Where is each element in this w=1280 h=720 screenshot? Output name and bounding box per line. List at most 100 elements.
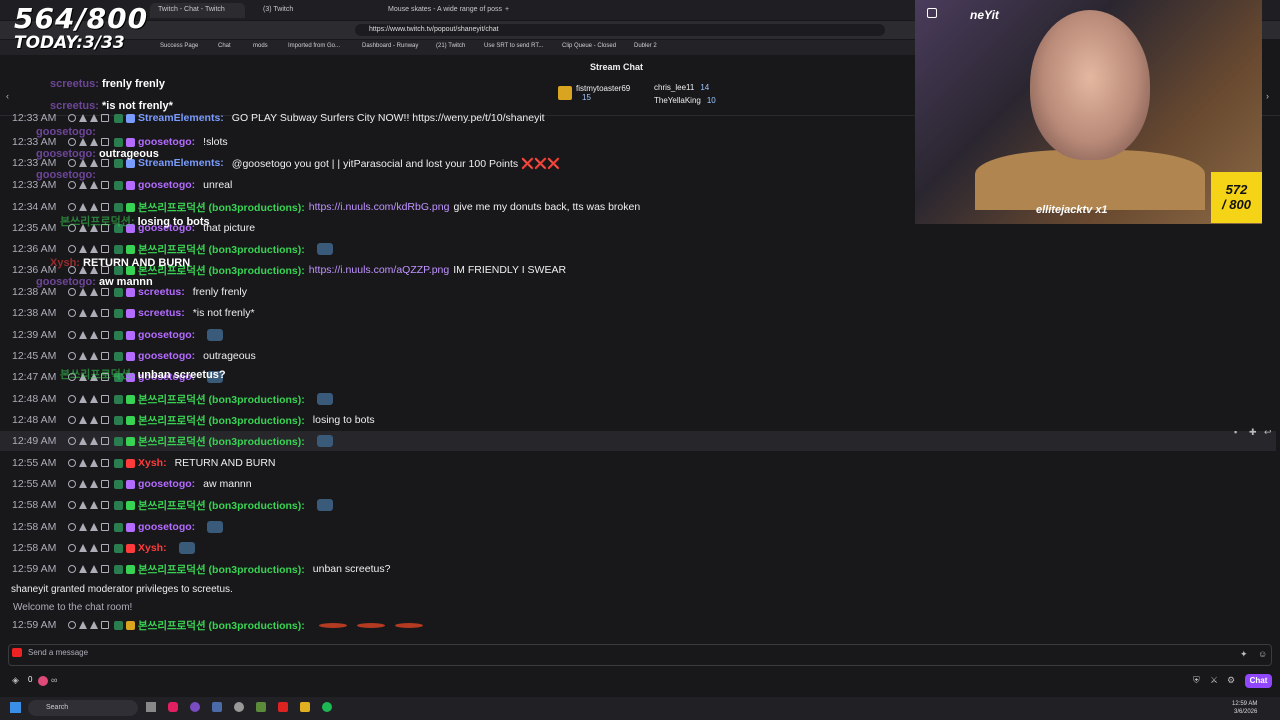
bookmark-item[interactable]: Imported from Go... (288, 43, 340, 49)
message-username[interactable]: 본쓰리프로덕션 (bon3productions): (138, 434, 305, 449)
hype-icon[interactable] (38, 676, 48, 686)
url-field[interactable]: https://www.twitch.tv/popout/shaneyit/ch… (355, 24, 885, 36)
chat-message[interactable]: 12:39 AM goosetogo: (12, 325, 224, 345)
taskbar-app-icon[interactable] (256, 702, 266, 712)
emote-picker-icon[interactable]: ☺ (1258, 649, 1267, 659)
bookmark-item[interactable]: Dubler 2 (634, 43, 657, 49)
message-username[interactable]: goosetogo: (138, 136, 195, 148)
chat-message[interactable]: 12:48 AM 본쓰리프로덕션 (bon3productions): (12, 389, 333, 409)
browser-tab-twitch[interactable]: (3) Twitch (255, 3, 365, 18)
message-username[interactable]: 본쓰리프로덕션 (bon3productions): (138, 242, 305, 257)
mod-actions[interactable] (68, 245, 109, 253)
mod-actions[interactable] (68, 523, 109, 531)
settings-gear-icon[interactable]: ⚙ (1227, 675, 1235, 686)
taskbar-app-icon[interactable] (278, 702, 288, 712)
mod-tools-icon[interactable]: ⚔ (1210, 675, 1218, 686)
bookmark-item[interactable]: Dashboard - Runway (362, 43, 418, 49)
shield-icon[interactable]: ⛨ (1193, 675, 1200, 686)
task-view-icon[interactable] (146, 702, 156, 712)
pin-icon[interactable]: ✚ (1249, 427, 1257, 438)
collapse-chat-icon[interactable]: ‹ (6, 91, 9, 101)
chat-message[interactable]: 12:55 AM goosetogo: aw mannn (12, 474, 252, 494)
magic-icon[interactable]: ✦ (1240, 649, 1248, 660)
mod-actions[interactable] (68, 181, 109, 189)
chat-message[interactable]: 12:59 AM 본쓰리프로덕션 (bon3productions): (12, 615, 423, 635)
copy-icon[interactable]: ▪ (1234, 427, 1237, 437)
mod-actions[interactable] (68, 416, 109, 424)
subscriber-badge (114, 564, 123, 574)
mod-actions[interactable] (68, 159, 109, 167)
windows-start-icon[interactable] (10, 702, 21, 713)
taskbar-app-icon[interactable] (168, 702, 178, 712)
emote-icon[interactable] (12, 648, 22, 657)
chat-message[interactable]: 12:49 AM 본쓰리프로덕션 (bon3productions): (0, 431, 1276, 451)
chat-message[interactable]: 12:59 AM 본쓰리프로덕션 (bon3productions): unban … (12, 559, 390, 579)
channel-points-icon[interactable]: ◈ (12, 675, 19, 686)
reply-icon[interactable]: ↩ (1264, 427, 1272, 438)
new-tab-button[interactable]: + (497, 3, 517, 18)
taskbar-app-icon[interactable] (234, 702, 244, 712)
message-username[interactable]: goosetogo: (138, 478, 195, 490)
browser-tab-mouse-skates[interactable]: Mouse skates - A wide range of poss (380, 3, 502, 18)
taskbar-folder-icon[interactable] (300, 702, 310, 712)
mod-actions[interactable] (68, 288, 109, 296)
chat-send-button[interactable]: Chat (1245, 674, 1272, 688)
message-text: aw mannn (203, 478, 252, 490)
bookmark-item[interactable]: mods (253, 43, 268, 49)
chat-message[interactable]: 12:36 AM 본쓰리프로덕션 (bon3productions): (12, 239, 333, 259)
bookmark-item[interactable]: Clip Queue - Closed (562, 43, 616, 49)
bookmark-item[interactable]: Chat (218, 43, 231, 49)
message-username[interactable]: goosetogo: (138, 350, 195, 362)
user-badge (126, 351, 135, 361)
message-username[interactable]: screetus: (138, 307, 185, 319)
taskbar-app-icon[interactable] (212, 702, 222, 712)
message-username[interactable]: Xysh: (138, 457, 167, 469)
bookmark-item[interactable]: Use SRT to send RT... (484, 43, 543, 49)
chat-message[interactable]: 12:58 AM 본쓰리프로덕션 (bon3productions): (12, 495, 333, 515)
top-gifter-3: TheYellaKing 10 (654, 96, 716, 105)
mod-actions[interactable] (68, 565, 109, 573)
subscriber-badge (114, 351, 123, 361)
message-username[interactable]: 본쓰리프로덕션 (bon3productions): (138, 562, 305, 577)
chat-message[interactable]: 12:38 AM screetus: *is not frenly* (12, 303, 255, 323)
message-username[interactable]: 본쓰리프로덕션 (bon3productions): (138, 392, 305, 407)
mod-actions[interactable] (68, 203, 109, 211)
mod-actions[interactable] (68, 480, 109, 488)
channel-points-count: 0 (28, 675, 33, 684)
next-icon[interactable]: › (1266, 91, 1269, 101)
mod-actions[interactable] (68, 114, 109, 122)
mod-actions[interactable] (68, 544, 109, 552)
chat-input[interactable] (8, 644, 1272, 666)
chat-message[interactable]: 12:45 AM goosetogo: outrageous (12, 346, 256, 366)
taskbar-app-icon[interactable] (190, 702, 200, 712)
message-username[interactable]: StreamElements: (138, 112, 224, 124)
message-username[interactable]: goosetogo: (138, 179, 195, 191)
taskbar-search[interactable]: Search (28, 700, 138, 716)
message-username[interactable]: goosetogo: (138, 521, 195, 533)
mod-actions[interactable] (68, 501, 109, 509)
mod-actions[interactable] (68, 138, 109, 146)
chat-message[interactable]: 12:48 AM 본쓰리프로덕션 (bon3productions): losing… (12, 410, 375, 430)
mod-actions[interactable] (68, 395, 109, 403)
chat-message[interactable]: 12:58 AM Xysh: (12, 538, 195, 558)
message-username[interactable]: 본쓰리프로덕션 (bon3productions): (138, 498, 305, 513)
overlay-user: goosetogo: (36, 126, 96, 138)
bookmark-item[interactable]: Success Page (160, 43, 198, 49)
browser-tab-chat[interactable]: Twitch - Chat - Twitch (150, 3, 245, 18)
message-link[interactable]: https://i.nuuls.com/kdRbG.png (309, 201, 450, 213)
mod-actions[interactable] (68, 437, 109, 445)
taskbar-spotify-icon[interactable] (322, 702, 332, 712)
message-username[interactable]: 본쓰리프로덕션 (bon3productions): (138, 413, 305, 428)
mod-actions[interactable] (68, 459, 109, 467)
mod-actions[interactable] (68, 352, 109, 360)
mod-actions[interactable] (68, 331, 109, 339)
message-username[interactable]: goosetogo: (138, 329, 195, 341)
mod-actions[interactable] (68, 309, 109, 317)
chat-message[interactable]: 12:55 AM Xysh: RETURN AND BURN (12, 453, 276, 473)
chat-message[interactable]: 12:58 AM goosetogo: (12, 517, 224, 537)
message-link[interactable]: https://i.nuuls.com/aQZZP.png (309, 264, 449, 276)
message-username[interactable]: 본쓰리프로덕션 (bon3productions): (138, 618, 305, 633)
bookmark-item[interactable]: (21) Twitch (436, 43, 465, 49)
mod-actions[interactable] (68, 621, 109, 629)
message-username[interactable]: Xysh: (138, 542, 167, 554)
